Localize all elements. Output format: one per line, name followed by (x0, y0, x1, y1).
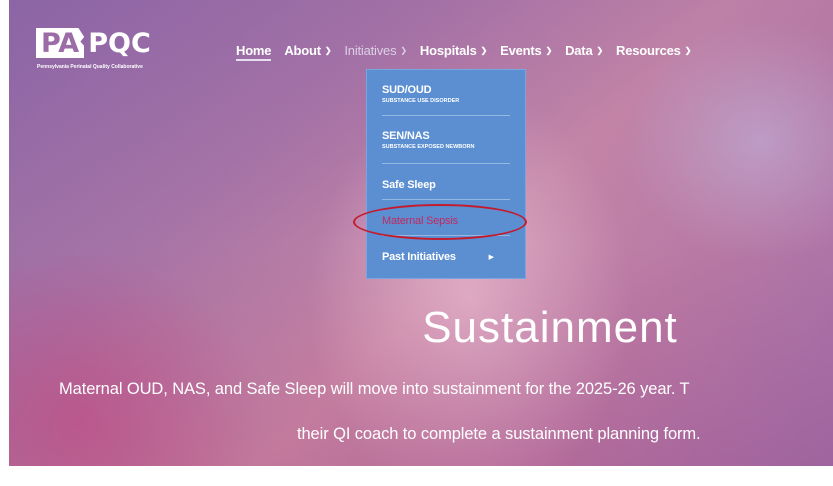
chevron-down-icon: ❯ (545, 45, 553, 55)
menu-item-title: SUD/OUD (382, 84, 432, 96)
chevron-down-icon: ❯ (480, 45, 488, 55)
menu-divider (382, 163, 510, 164)
menu-item-sen-nas[interactable]: SEN/NAS SUBSTANCE EXPOSED NEWBORN (382, 130, 512, 150)
logo-subtitle: Pennsylvania Perinatal Quality Collabora… (37, 64, 143, 70)
nav-item-hospitals[interactable]: Hospitals ❯ (420, 43, 487, 58)
nav-item-events[interactable]: Events ❯ (500, 43, 552, 58)
menu-item-past-initiatives[interactable]: Past Initiatives ▶ (382, 251, 512, 263)
page-edge-bottom (0, 466, 833, 486)
logo-pa: PA (36, 28, 85, 58)
menu-divider (382, 115, 510, 116)
nav-item-label: Data (565, 42, 593, 58)
main-nav: Home About ❯ Initiatives ❯ Hospitals ❯ E… (236, 40, 704, 61)
menu-item-sud-oud[interactable]: SUD/OUD SUBSTANCE USE DISORDER (382, 84, 512, 104)
nav-item-initiatives[interactable]: Initiatives ❯ (344, 43, 407, 58)
logo-pqc: PQC (88, 27, 151, 59)
site-logo[interactable]: PA PQC Pennsylvania Perinatal Quality Co… (36, 27, 156, 75)
menu-item-title: Safe Sleep (382, 179, 436, 191)
nav-item-label: Events (500, 42, 542, 58)
nav-item-about[interactable]: About ❯ (284, 43, 331, 58)
chevron-down-icon: ❯ (324, 45, 332, 55)
menu-item-subtitle: SUBSTANCE USE DISORDER (382, 98, 460, 104)
hero-text-line1: Maternal OUD, NAS, and Safe Sleep will m… (59, 380, 690, 398)
hero-text-line2: their QI coach to complete a sustainment… (297, 425, 701, 443)
caret-right-icon: ▶ (488, 254, 494, 261)
logo-wordmark: PA PQC (36, 27, 151, 59)
page-edge-left (0, 0, 9, 486)
chevron-down-icon: ❯ (684, 45, 692, 55)
annotation-ellipse (353, 204, 527, 240)
menu-item-safe-sleep[interactable]: Safe Sleep (382, 179, 512, 191)
nav-item-data[interactable]: Data ❯ (565, 43, 603, 58)
menu-item-subtitle: SUBSTANCE EXPOSED NEWBORN (382, 144, 475, 150)
hero-title: Sustainment (422, 303, 678, 352)
menu-divider (382, 199, 510, 200)
chevron-down-icon: ❯ (596, 45, 603, 55)
initiatives-dropdown-menu: SUD/OUD SUBSTANCE USE DISORDER SEN/NAS S… (366, 69, 526, 279)
nav-item-label: Home (236, 42, 272, 58)
menu-item-title: SEN/NAS (382, 130, 430, 142)
nav-item-label: About (284, 42, 321, 58)
chevron-down-icon: ❯ (400, 45, 407, 55)
nav-item-home[interactable]: Home (236, 42, 272, 61)
nav-item-label: Hospitals (419, 42, 477, 58)
nav-item-label: Initiatives (344, 42, 397, 58)
nav-item-label: Resources (616, 42, 681, 58)
nav-item-resources[interactable]: Resources ❯ (616, 43, 691, 58)
